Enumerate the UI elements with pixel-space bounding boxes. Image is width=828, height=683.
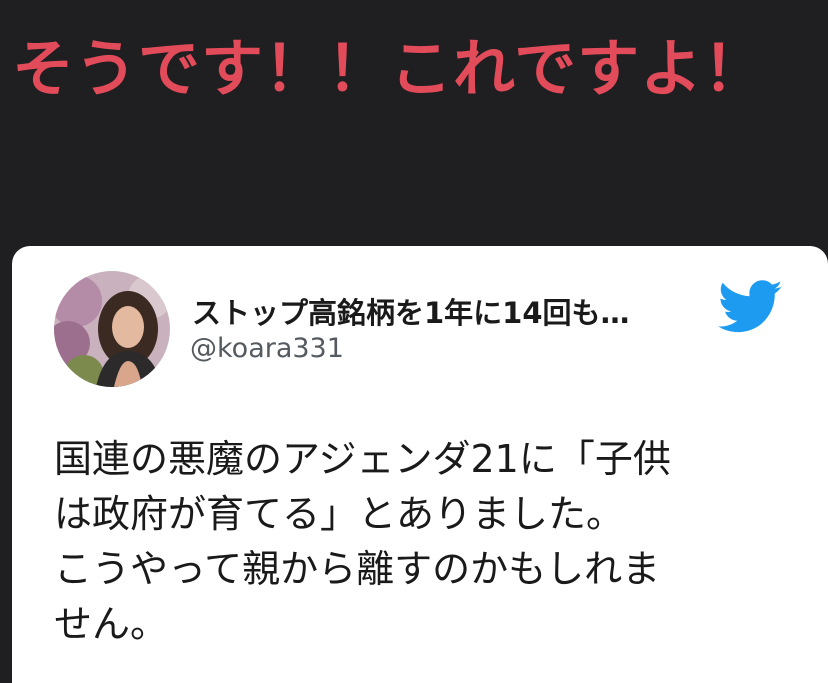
avatar[interactable] (54, 271, 170, 387)
tweet-card[interactable]: ストップ高銘柄を1年に14回も… @koara331 国連の悪魔のアジェンダ21… (12, 246, 828, 683)
screenshot-page: そうです！！これですよ！ ストップ高銘柄を1年に14回も… @koara331 … (0, 0, 828, 683)
user-handle[interactable]: @koara331 (190, 333, 344, 364)
twitter-bird-icon[interactable] (717, 280, 784, 334)
display-name[interactable]: ストップ高銘柄を1年に14回も… (192, 290, 662, 332)
headline-caption: そうです！！これですよ！ (12, 32, 767, 105)
tweet-body: 国連の悪魔のアジェンダ21に「子供 は政府が育てる」とありました。 こうやって親… (54, 437, 671, 646)
